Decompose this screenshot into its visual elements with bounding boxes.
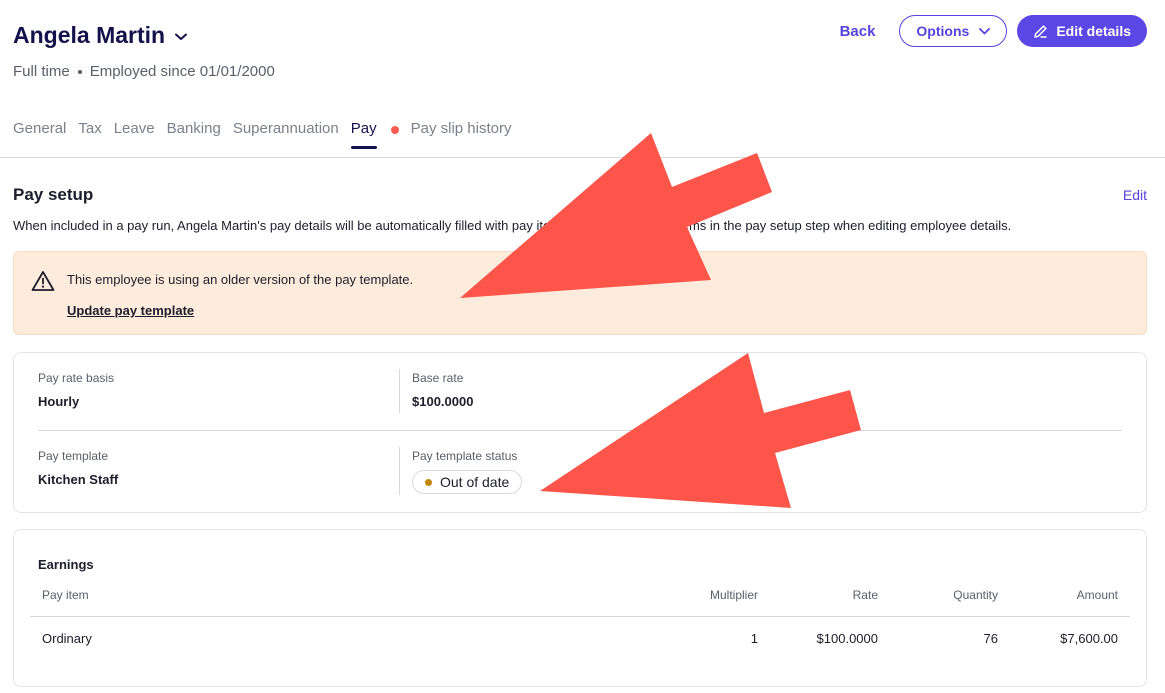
status-badge: Out of date: [412, 470, 523, 494]
employee-name-dropdown[interactable]: Angela Martin: [13, 22, 188, 49]
cell-quantity: 76: [983, 631, 998, 646]
meta-separator: [77, 69, 82, 74]
column-header-quantity: Quantity: [953, 588, 998, 602]
options-button[interactable]: Options: [899, 15, 1008, 47]
pay-setup-title: Pay setup: [13, 185, 94, 204]
tab-pay-slip-history[interactable]: Pay slip history: [411, 120, 512, 149]
warning-triangle-icon: [31, 271, 55, 291]
pay-rate-basis-field: Pay rate basis Hourly: [38, 371, 114, 409]
base-rate-field: Base rate $100.0000: [412, 371, 473, 409]
tab-superannuation[interactable]: Superannuation: [233, 120, 339, 149]
tab-pay[interactable]: Pay: [350, 120, 377, 149]
tab-alert-dot: [390, 126, 399, 134]
pencil-icon: [1034, 24, 1048, 38]
tab-general[interactable]: General: [13, 120, 66, 149]
pay-template-status-field: Pay template status Out of date: [412, 449, 523, 494]
tab-tax[interactable]: Tax: [78, 120, 101, 149]
pay-template-value: Kitchen Staff: [38, 472, 119, 487]
employment-type: Full time: [13, 63, 70, 80]
column-header-amount: Amount: [1076, 588, 1118, 602]
column-divider: [399, 447, 400, 495]
back-button[interactable]: Back: [826, 17, 890, 46]
column-header-multiplier: Multiplier: [709, 588, 758, 602]
employee-meta: Full time Employed since 01/01/2000: [13, 63, 275, 80]
tab-leave[interactable]: Leave: [114, 120, 155, 149]
column-divider: [399, 369, 400, 413]
pay-setup-edit-link[interactable]: Edit: [1123, 187, 1147, 203]
earnings-title: Earnings: [38, 557, 94, 572]
pay-template-status-label: Pay template status: [412, 449, 518, 463]
chevron-down-icon: [175, 33, 188, 40]
column-header-rate: Rate: [852, 588, 878, 602]
cell-pay-item: Ordinary: [42, 631, 92, 646]
chevron-down-icon: [979, 27, 991, 34]
header-actions: Back Options Edit details: [826, 15, 1147, 47]
pay-rate-basis-value: Hourly: [38, 394, 80, 409]
employed-since: Employed since 01/01/2000: [89, 63, 275, 80]
base-rate-label: Base rate: [412, 371, 464, 385]
tab-banking[interactable]: Banking: [167, 120, 221, 149]
cell-multiplier: 1: [750, 631, 758, 646]
status-dot: [425, 478, 432, 486]
earnings-card: Earnings Pay item Multiplier Rate Quanti…: [13, 529, 1147, 687]
table-header-divider: [30, 616, 1130, 617]
cell-amount: $7,600.00: [1060, 631, 1118, 646]
employee-name: Angela Martin: [13, 22, 166, 48]
row-divider: [38, 430, 1122, 431]
status-badge-text: Out of date: [440, 474, 510, 490]
warning-text: This employee is using an older version …: [67, 272, 414, 287]
pay-rate-basis-label: Pay rate basis: [38, 371, 115, 385]
pay-details-card: Pay rate basis Hourly Base rate $100.000…: [13, 352, 1147, 513]
options-label: Options: [916, 23, 970, 39]
cell-rate: $100.0000: [816, 631, 878, 646]
employee-tabs: General Tax Leave Banking Superannuation…: [13, 120, 511, 149]
update-pay-template-link[interactable]: Update pay template: [67, 303, 194, 318]
edit-details-label: Edit details: [1056, 23, 1131, 39]
edit-details-button[interactable]: Edit details: [1017, 15, 1147, 47]
pay-setup-description: When included in a pay run, Angela Marti…: [13, 218, 1012, 233]
tabs-divider: [0, 157, 1165, 158]
column-header-pay-item: Pay item: [42, 588, 89, 602]
pay-template-field: Pay template Kitchen Staff: [38, 449, 118, 487]
warning-banner: This employee is using an older version …: [13, 251, 1147, 335]
pay-template-label: Pay template: [38, 449, 109, 463]
base-rate-value: $100.0000: [412, 394, 474, 409]
